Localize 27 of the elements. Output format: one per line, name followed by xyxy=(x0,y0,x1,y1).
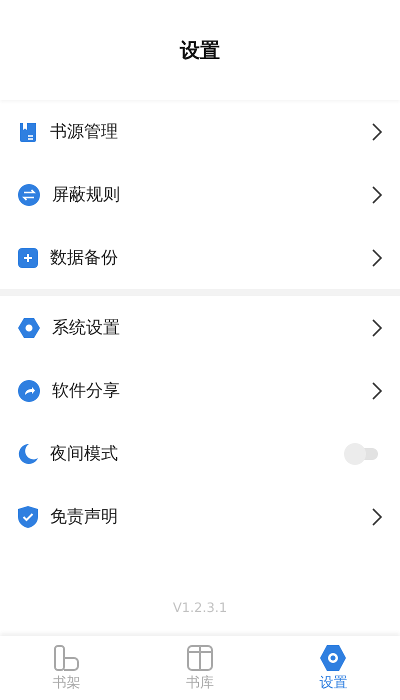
settings-icon xyxy=(319,644,348,672)
version-text: V1.2.3.1 xyxy=(172,601,228,616)
shield-icon xyxy=(18,506,38,528)
menu-item-label[interactable]: 书源管理 xyxy=(50,120,360,143)
bookshelf-icon xyxy=(52,644,81,672)
chevron-right-icon xyxy=(372,122,382,140)
chevron-right-icon xyxy=(372,318,382,336)
menu-item-label[interactable]: 夜间模式 xyxy=(50,442,332,465)
chevron-right-icon xyxy=(372,186,382,204)
nav-tab[interactable]: 设置 xyxy=(266,636,400,700)
menu-item-label[interactable]: 软件分享 xyxy=(52,379,360,402)
plus-icon xyxy=(18,248,38,268)
menu-item-label[interactable]: 数据备份 xyxy=(50,246,360,269)
share-icon xyxy=(18,380,40,402)
menu-item-label[interactable]: 免责声明 xyxy=(50,505,360,528)
moon-icon xyxy=(18,442,38,464)
swap-icon xyxy=(18,184,40,206)
book-open-icon xyxy=(186,644,214,672)
chevron-right-icon xyxy=(372,508,382,526)
chevron-right-icon xyxy=(372,382,382,400)
night-mode-switch[interactable] xyxy=(344,442,378,464)
chevron-right-icon xyxy=(372,248,382,266)
page-title: 设置 xyxy=(180,36,220,64)
settings-icon xyxy=(18,318,40,338)
menu-item-label[interactable]: 屏蔽规则 xyxy=(52,183,360,206)
menu-item-label[interactable]: 系统设置 xyxy=(52,316,360,339)
book-icon xyxy=(18,120,38,142)
